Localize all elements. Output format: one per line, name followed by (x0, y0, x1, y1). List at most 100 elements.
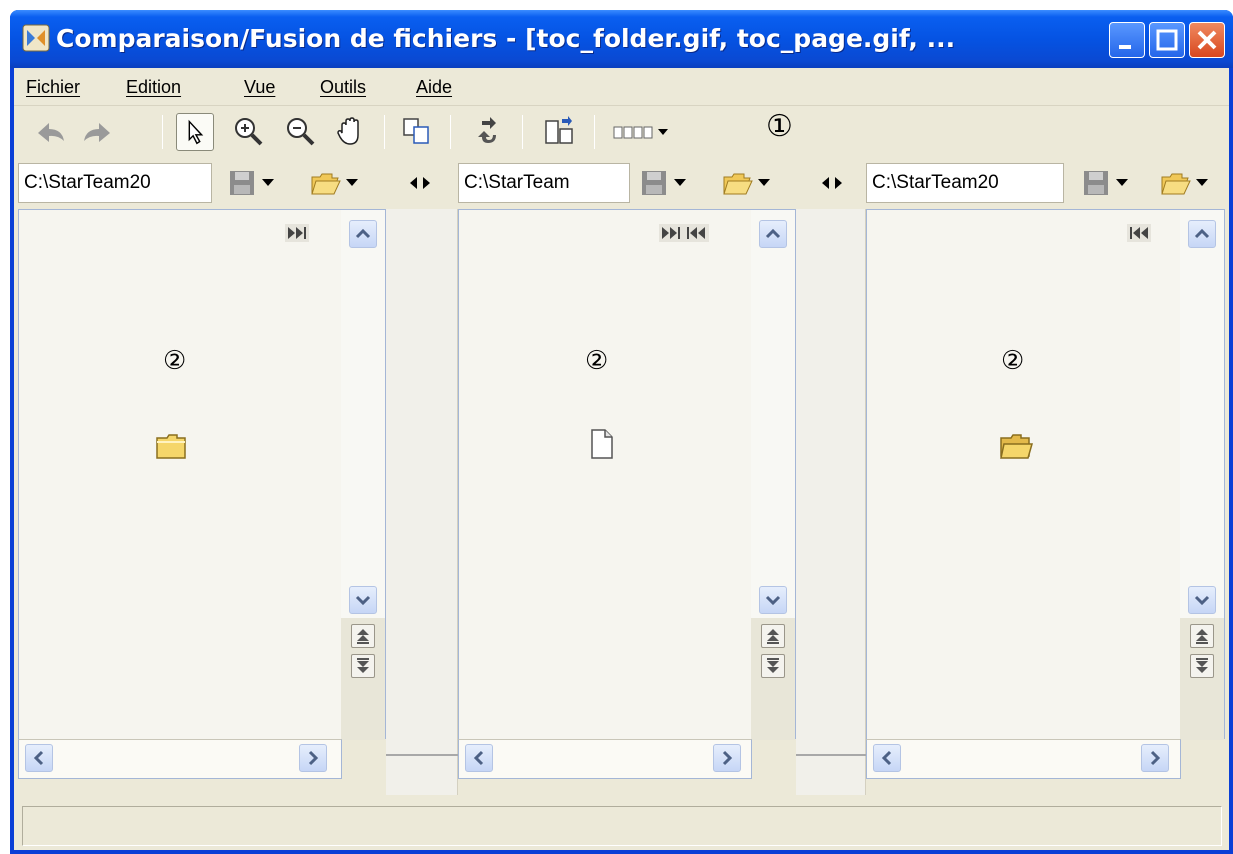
prev-diff-icon[interactable] (1127, 224, 1151, 242)
title-bar[interactable]: Comparaison/Fusion de fichiers - [toc_fo… (10, 10, 1233, 68)
scroll-up-button[interactable] (759, 220, 787, 248)
chevron-down-icon (355, 595, 371, 606)
chevron-down-icon (765, 595, 781, 606)
scroll-right-button[interactable] (713, 744, 741, 772)
pointer-icon[interactable] (176, 113, 214, 151)
next-prev-diff-icon[interactable] (659, 224, 709, 242)
zoom-in-icon[interactable] (230, 113, 268, 151)
open-folder-dropdown-icon[interactable] (310, 169, 368, 197)
swap-icon[interactable] (472, 113, 510, 151)
toolbar-separator (384, 115, 385, 149)
step-down-icon (767, 658, 779, 673)
layout-icon[interactable] (540, 113, 578, 151)
zoom-out-icon[interactable] (282, 113, 320, 151)
diff-gap-right (796, 209, 866, 795)
close-button[interactable] (1189, 22, 1225, 58)
scroll-left-button[interactable] (873, 744, 901, 772)
callout-2: ② (163, 346, 187, 376)
vertical-scrollbar[interactable] (341, 210, 385, 740)
toolbar-separator (450, 115, 451, 149)
columns-icon[interactable] (610, 113, 686, 151)
right-path-field[interactable]: C:\StarTeam20 (866, 163, 1064, 203)
chevron-right-icon (308, 750, 319, 766)
middle-pane[interactable]: ② (458, 209, 796, 740)
step-up-icon (357, 629, 369, 644)
menu-bar: Fichier Edition Vue Outils Aide (14, 68, 1229, 106)
scroll-up-button[interactable] (349, 220, 377, 248)
previous-change-button[interactable] (351, 624, 375, 648)
scroll-right-button[interactable] (299, 744, 327, 772)
open-folder-dropdown-icon[interactable] (722, 169, 780, 197)
status-bar (22, 806, 1222, 846)
menu-vue[interactable]: Vue (244, 75, 275, 99)
compare-app-icon (22, 24, 50, 52)
chevron-up-icon (355, 228, 371, 239)
chevron-right-icon (722, 750, 733, 766)
previous-change-button[interactable] (1190, 624, 1214, 648)
chevron-down-icon (1194, 595, 1210, 606)
step-up-icon (1196, 629, 1208, 644)
callout-1: ① (766, 109, 793, 144)
chevron-up-icon (1194, 228, 1210, 239)
step-up-icon (767, 629, 779, 644)
next-diff-icon[interactable] (285, 224, 309, 242)
toolbar-separator (594, 115, 595, 149)
middle-path-field[interactable]: C:\StarTeam (458, 163, 630, 203)
menu-aide[interactable]: Aide (416, 75, 452, 99)
step-down-icon (357, 658, 369, 673)
sync-arrows-icon[interactable] (408, 169, 432, 197)
callout-2: ② (1001, 346, 1025, 376)
back-icon[interactable] (32, 113, 70, 151)
horizontal-scrollbar[interactable] (866, 739, 1181, 779)
diff-link-line (386, 754, 458, 756)
window-client: Fichier Edition Vue Outils Aide ① C:\Sta… (14, 68, 1229, 850)
scroll-down-button[interactable] (759, 586, 787, 614)
sync-arrows-icon[interactable] (820, 169, 844, 197)
close-icon (1197, 30, 1217, 50)
scroll-left-button[interactable] (465, 744, 493, 772)
folder-open-icon (1000, 434, 1033, 459)
next-change-button[interactable] (761, 654, 785, 678)
left-path-field[interactable]: C:\StarTeam20 (18, 163, 212, 203)
horizontal-scrollbar[interactable] (458, 739, 752, 779)
scroll-up-button[interactable] (1188, 220, 1216, 248)
scroll-right-button[interactable] (1141, 744, 1169, 772)
previous-change-button[interactable] (761, 624, 785, 648)
toolbar-separator (522, 115, 523, 149)
forward-icon[interactable] (78, 113, 116, 151)
right-pane[interactable]: ② (866, 209, 1225, 740)
next-change-button[interactable] (1190, 654, 1214, 678)
callout-2: ② (585, 346, 609, 376)
copy-icon[interactable] (398, 113, 436, 151)
chevron-up-icon (765, 228, 781, 239)
menu-edition[interactable]: Edition (126, 75, 181, 99)
page-icon (591, 429, 613, 459)
horizontal-scrollbar[interactable] (18, 739, 342, 779)
maximize-button[interactable] (1149, 22, 1185, 58)
chevron-right-icon (1150, 750, 1161, 766)
toolbar-separator (162, 115, 163, 149)
vertical-scrollbar[interactable] (751, 210, 795, 740)
menu-outils[interactable]: Outils (320, 75, 366, 99)
left-pane[interactable]: ② (18, 209, 386, 740)
scroll-left-button[interactable] (25, 744, 53, 772)
save-dropdown-icon[interactable] (640, 169, 696, 197)
minimize-icon (1119, 45, 1131, 49)
scroll-down-button[interactable] (1188, 586, 1216, 614)
menu-fichier[interactable]: Fichier (26, 75, 80, 99)
folder-closed-icon (156, 434, 186, 459)
diff-gap-left (386, 209, 458, 795)
minimize-button[interactable] (1109, 22, 1145, 58)
next-change-button[interactable] (351, 654, 375, 678)
chevron-left-icon (33, 750, 44, 766)
chevron-left-icon (881, 750, 892, 766)
save-dropdown-icon[interactable] (228, 169, 284, 197)
vertical-scrollbar[interactable] (1180, 210, 1224, 740)
open-folder-dropdown-icon[interactable] (1160, 169, 1218, 197)
diff-link-line (796, 754, 866, 756)
hand-icon[interactable] (332, 113, 370, 151)
save-dropdown-icon[interactable] (1082, 169, 1138, 197)
app-window: Comparaison/Fusion de fichiers - [toc_fo… (10, 10, 1233, 854)
chevron-left-icon (473, 750, 484, 766)
scroll-down-button[interactable] (349, 586, 377, 614)
